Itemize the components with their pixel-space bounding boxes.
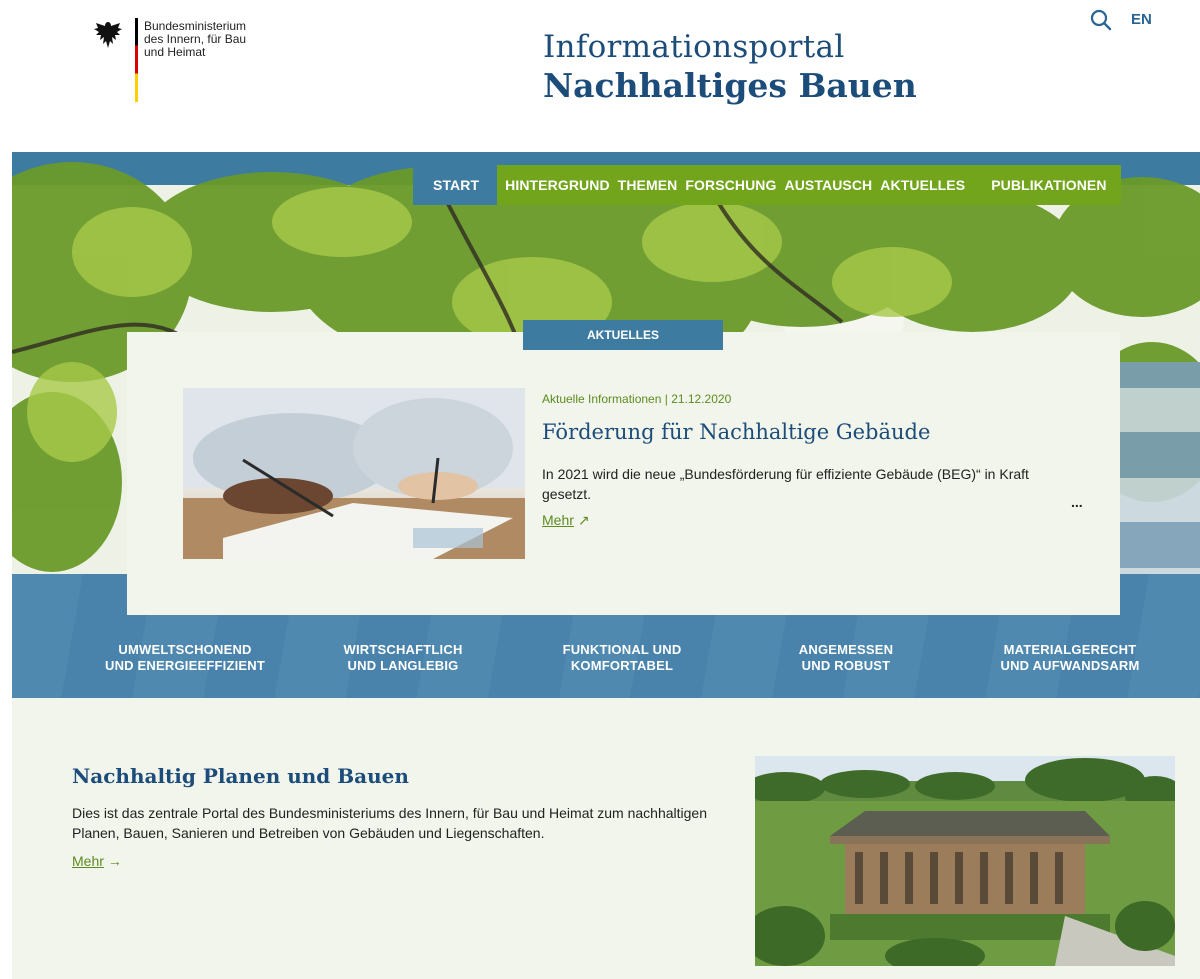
ministry-name: Bundesministerium des Innern, für Bau un… xyxy=(144,19,247,59)
nav-item-themen[interactable]: THEMEN xyxy=(614,165,682,205)
news-more-label: Mehr xyxy=(542,512,574,528)
language-switch-button[interactable]: EN xyxy=(1131,11,1152,28)
principle-umweltschonend[interactable]: UMWELTSCHONEND UND ENERGIEEFFIZIENT xyxy=(85,642,285,674)
site-header: Bundesministerium des Innern, für Bau un… xyxy=(0,0,1200,152)
nav-item-hintergrund[interactable]: HINTERGRUND xyxy=(501,165,614,205)
search-button[interactable] xyxy=(1089,8,1113,32)
arrow-up-right-icon: ↗ xyxy=(577,512,590,528)
principle-funktional[interactable]: FUNKTIONAL UND KOMFORTABEL xyxy=(537,642,707,674)
news-ellipsis: ... xyxy=(1071,494,1083,510)
portal-title[interactable]: Informationsportal Nachhaltiges Bauen xyxy=(543,28,917,106)
arrow-right-icon: → xyxy=(107,853,122,869)
hands-writing-image xyxy=(183,388,525,559)
wooden-building-image xyxy=(755,756,1175,966)
news-teaser-image[interactable] xyxy=(183,388,525,559)
news-section-tab[interactable]: AKTUELLES xyxy=(523,320,723,350)
news-title-link[interactable]: Förderung für Nachhaltige Gebäude xyxy=(542,420,930,444)
main-navigation: START HINTERGRUND THEMEN FORSCHUNG AUSTA… xyxy=(413,165,1121,205)
nav-item-aktuelles[interactable]: AKTUELLES xyxy=(876,165,969,205)
ministry-logo[interactable]: Bundesministerium des Innern, für Bau un… xyxy=(92,18,262,110)
intro-title: Nachhaltig Planen und Bauen xyxy=(72,764,409,788)
news-more-link[interactable]: Mehr ↗ xyxy=(542,512,590,529)
intro-more-link[interactable]: Mehr → xyxy=(72,853,122,869)
nav-item-start[interactable]: START xyxy=(413,165,498,205)
nav-item-forschung[interactable]: FORSCHUNG xyxy=(681,165,780,205)
search-icon xyxy=(1090,9,1112,31)
german-flag-bar xyxy=(135,18,138,102)
principle-materialgerecht[interactable]: MATERIALGERECHT UND AUFWANDSARM xyxy=(980,642,1160,674)
principle-angemessen[interactable]: ANGEMESSEN UND ROBUST xyxy=(766,642,926,674)
portal-title-line1: Informationsportal xyxy=(543,29,845,65)
intro-more-label: Mehr xyxy=(72,853,104,869)
federal-eagle-icon xyxy=(94,22,122,48)
building-photo[interactable] xyxy=(755,756,1175,966)
nav-item-austausch[interactable]: AUSTAUSCH xyxy=(781,165,877,205)
portal-title-line2: Nachhaltiges Bauen xyxy=(543,66,917,105)
news-summary: In 2021 wird die neue „Bundesförderung f… xyxy=(542,466,1029,502)
principle-wirtschaftlich[interactable]: WIRTSCHAFTLICH UND LANGLEBIG xyxy=(318,642,488,674)
intro-text: Dies ist das zentrale Portal des Bundesm… xyxy=(72,805,707,841)
nav-item-publikationen[interactable]: PUBLIKATIONEN xyxy=(969,165,1110,205)
news-meta: Aktuelle Informationen | 21.12.2020 xyxy=(542,392,732,406)
nav-group: HINTERGRUND THEMEN FORSCHUNG AUSTAUSCH A… xyxy=(497,165,1121,205)
